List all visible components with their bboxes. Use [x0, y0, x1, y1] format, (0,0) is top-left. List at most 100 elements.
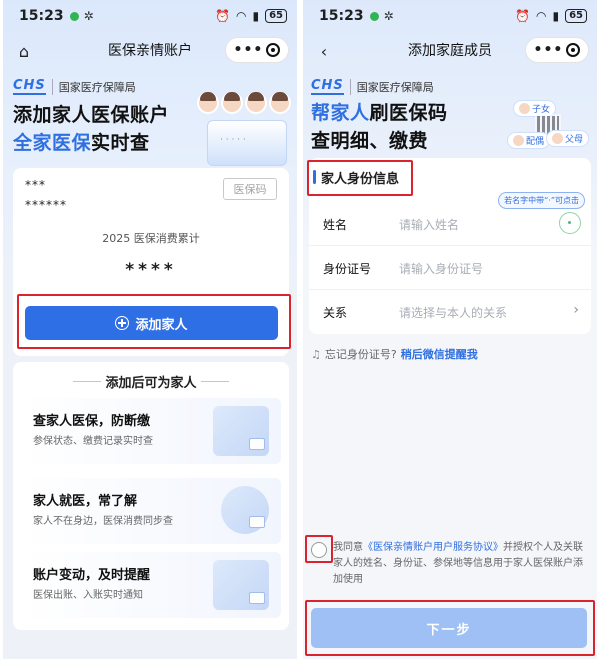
- chs-logo: CHS: [311, 78, 344, 95]
- agreement-prefix: 我同意: [333, 542, 363, 553]
- id-number-input[interactable]: 请输入身份证号: [399, 260, 483, 277]
- brightness-icon: ✲: [83, 9, 94, 23]
- brightness-icon: ✲: [383, 9, 394, 23]
- agreement-text: 我同意《医保亲情账户用户服务协议》并授权个人及关联家人的姓名、身份证、参保地等信…: [333, 540, 591, 588]
- close-miniprogram-icon[interactable]: [266, 43, 281, 57]
- forgot-id-row: ♫ 忘记身份证号? 稍后微信提醒我: [311, 346, 478, 362]
- benefit-desc: 参保状态、缴费记录实时查: [33, 436, 153, 447]
- phone-illustration-screen: · · · · ·: [220, 135, 246, 145]
- benefit-item: 家人就医，常了解 家人不在身边，医保消费同步查: [21, 478, 281, 544]
- avatar-icon: [519, 103, 530, 114]
- middle-dot-button-icon[interactable]: [559, 212, 581, 234]
- hero-title-highlight: 全家医保: [13, 132, 92, 154]
- benefit-title: 查家人医保，防断缴: [33, 414, 151, 429]
- benefit-item: 账户变动，及时提醒 医保出账、入账实时通知: [21, 552, 281, 618]
- hospital-icon: [221, 486, 269, 534]
- relation-field-row[interactable]: 关系 请选择与本人的关系 ›: [309, 290, 591, 334]
- card-mini-icon: [249, 438, 265, 450]
- status-time: 15:23: [319, 8, 364, 24]
- nav-bar: ⌂ 医保亲情账户 •••: [3, 32, 297, 68]
- brand-row: CHS 国家医疗保障局: [311, 78, 434, 95]
- insurance-code-button[interactable]: 医保码: [223, 178, 277, 200]
- more-icon[interactable]: •••: [534, 42, 564, 58]
- benefit-title: 家人就医，常了解: [33, 494, 138, 509]
- left-screen: 15:23 ✲ ⏰ ◠ ▮ 65 ⌂ 医保亲情账户 ••• CHS 国家医疗保障…: [3, 0, 297, 659]
- wifi-icon: ◠: [235, 9, 247, 23]
- status-bar: 15:23 ✲ ⏰ ◠ ▮ 65: [3, 0, 297, 32]
- highlight-box-checkbox: [305, 535, 333, 563]
- signal-icon: ▮: [252, 9, 260, 23]
- name-field-row[interactable]: 姓名 请输入姓名: [309, 202, 591, 246]
- hero-title-line2: 全家医保实时查: [13, 128, 150, 155]
- cost-label: 2025 医保消费累计: [102, 232, 200, 245]
- close-miniprogram-icon[interactable]: [566, 43, 581, 57]
- miniprogram-capsule[interactable]: •••: [525, 37, 589, 63]
- miniprogram-capsule[interactable]: •••: [225, 37, 289, 63]
- status-icons: ⏰ ◠ ▮ 65: [215, 9, 287, 23]
- status-time: 15:23: [19, 8, 64, 24]
- hero-title-rest: 实时查: [91, 132, 150, 154]
- brand-row: CHS 国家医疗保障局: [13, 78, 136, 95]
- family-member-icon: [197, 92, 219, 114]
- chs-logo: CHS: [13, 78, 46, 95]
- benefits-card: 添加后可为家人 查家人医保，防断缴 参保状态、缴费记录实时查 家人就医，常了解 …: [13, 362, 289, 630]
- remind-later-link[interactable]: 稍后微信提醒我: [401, 346, 478, 362]
- page-title: 医保亲情账户: [108, 43, 192, 59]
- org-name: 国家医疗保障局: [51, 78, 136, 95]
- relation-label: 关系: [323, 306, 348, 320]
- signal-icon: ▮: [552, 9, 560, 23]
- org-name: 国家医疗保障局: [349, 78, 434, 95]
- avatar-icon: [513, 135, 524, 146]
- benefits-title: 添加后可为家人: [13, 372, 289, 391]
- wechat-status-icon: [369, 11, 379, 21]
- more-icon[interactable]: •••: [234, 42, 264, 58]
- wifi-icon: ◠: [535, 9, 547, 23]
- family-member-icon: [269, 92, 291, 114]
- relation-select[interactable]: 请选择与本人的关系: [399, 304, 507, 321]
- hero-title-line2: 查明细、缴费: [311, 130, 429, 152]
- right-screen: 15:23 ✲ ⏰ ◠ ▮ 65 ‹ 添加家庭成员 ••• CHS 国家医疗保障…: [303, 0, 597, 659]
- masked-name: ***: [25, 178, 46, 192]
- hero-title-highlight: 帮家人: [311, 102, 370, 124]
- family-member-icon: [221, 92, 243, 114]
- alarm-icon: ⏰: [515, 9, 530, 23]
- family-member-icon: [245, 92, 267, 114]
- forgot-id-text: 忘记身份证号?: [324, 348, 397, 361]
- tag-spouse-label: 配偶: [526, 137, 545, 147]
- hero-title-rest: 刷医保码: [369, 102, 448, 124]
- back-icon[interactable]: ‹: [313, 40, 335, 62]
- benefit-item: 查家人医保，防断缴 参保状态、缴费记录实时查: [21, 398, 281, 464]
- avatar-icon: [551, 133, 563, 144]
- cost-value: ****: [125, 260, 177, 280]
- insurance-card-icon: [213, 406, 269, 456]
- status-bar: 15:23 ✲ ⏰ ◠ ▮ 65: [303, 0, 597, 32]
- battery-icon: 65: [265, 9, 287, 23]
- family-qr-illustration: 子女 配偶 父母: [507, 100, 589, 156]
- chevron-right-icon: ›: [573, 302, 579, 318]
- record-mini-icon: [249, 516, 265, 528]
- wechat-status-icon: [69, 11, 79, 21]
- home-icon[interactable]: ⌂: [13, 40, 35, 62]
- family-illustration: [197, 92, 291, 114]
- id-field-row[interactable]: 身份证号 请输入身份证号: [309, 246, 591, 290]
- hero-title-line1: 添加家人医保账户: [13, 104, 170, 126]
- page-title: 添加家庭成员: [408, 43, 492, 59]
- highlight-box-add-family: [17, 294, 291, 349]
- tag-parent-label: 父母: [564, 135, 583, 145]
- tag-parent: 父母: [545, 130, 589, 147]
- bell-mini-icon: [249, 592, 265, 604]
- name-input[interactable]: 请输入姓名: [399, 216, 459, 233]
- battery-icon: 65: [565, 9, 587, 23]
- highlight-box-form-title: [307, 160, 413, 196]
- status-icons: ⏰ ◠ ▮ 65: [515, 9, 587, 23]
- hero-title-line1: 帮家人刷医保码: [311, 98, 448, 125]
- benefit-desc: 医保出账、入账实时通知: [33, 590, 143, 601]
- id-label: 身份证号: [323, 262, 372, 276]
- alarm-icon: ⏰: [215, 9, 230, 23]
- phone-illustration: · · · · ·: [207, 120, 287, 166]
- bell-icon: ♫: [311, 347, 321, 361]
- agreement-link[interactable]: 《医保亲情账户用户服务协议》: [363, 542, 503, 553]
- tag-spouse: 配偶: [507, 132, 551, 149]
- highlight-box-next: [305, 600, 595, 656]
- nav-bar: ‹ 添加家庭成员 •••: [303, 32, 597, 68]
